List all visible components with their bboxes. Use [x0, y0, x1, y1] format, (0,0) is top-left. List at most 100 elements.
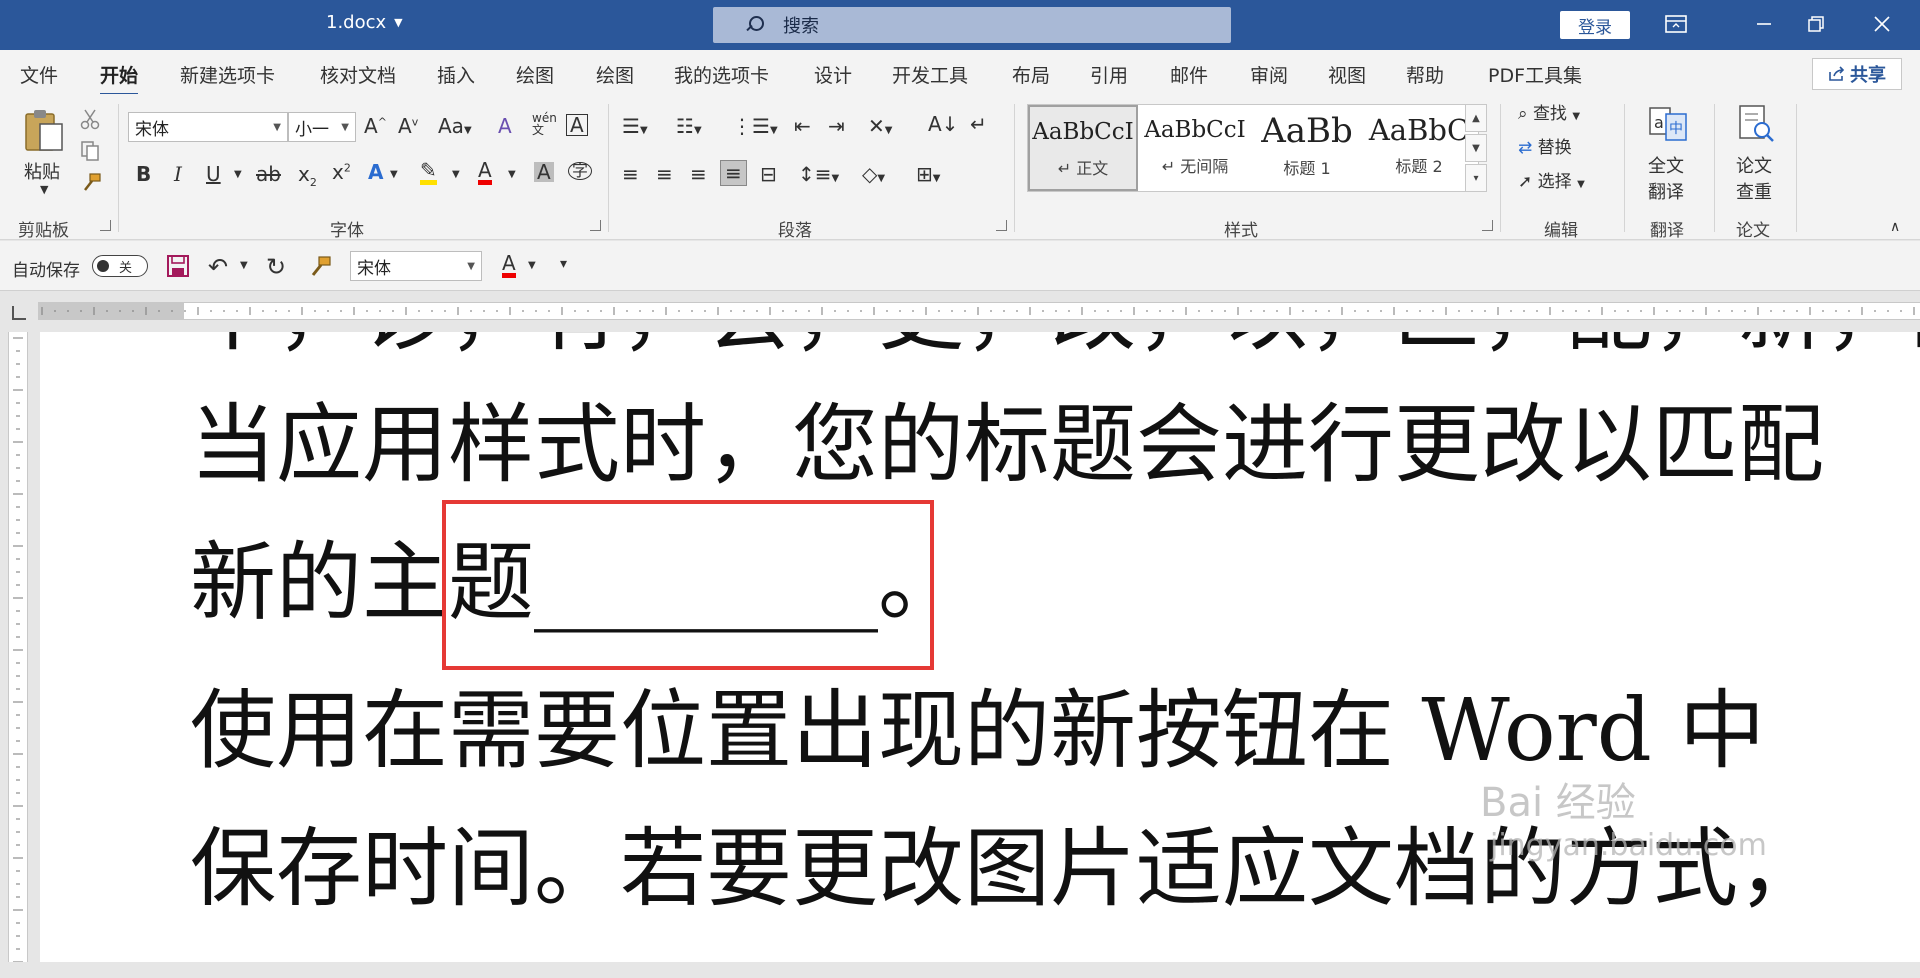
qat-font-color-icon[interactable]: A — [502, 253, 516, 278]
highlight-dropdown-icon[interactable]: ▼ — [452, 170, 460, 180]
copy-icon[interactable] — [80, 140, 100, 165]
qat-font-name-select[interactable]: 宋体 ▼ — [350, 251, 482, 281]
text-effects-icon[interactable]: A — [368, 162, 383, 182]
tab-selector-icon[interactable] — [12, 306, 26, 320]
full-text-translate-button[interactable]: 全文 翻译 — [1648, 152, 1684, 204]
styles-scroll-down-icon[interactable]: ▼ — [1465, 134, 1487, 162]
grow-font-icon[interactable]: A^ — [364, 116, 387, 136]
select-button[interactable]: ➚ 选择 ▼ — [1518, 174, 1585, 191]
enclose-characters-icon[interactable]: 字 — [568, 162, 593, 180]
borders-icon[interactable]: ⊞▼ — [916, 164, 940, 184]
tab-view[interactable]: 视图 — [1328, 61, 1366, 88]
phonetic-guide-icon[interactable]: wén 文 — [532, 112, 557, 136]
tab-layout[interactable]: 布局 — [1012, 61, 1050, 88]
tab-my-tab[interactable]: 我的选项卡 — [674, 61, 769, 88]
ribbon-display-options-icon[interactable] — [1662, 10, 1690, 38]
align-right-icon[interactable]: ≡ — [690, 164, 707, 184]
document-page[interactable]: 中，诊，有，会，更，改，以，匹，配，新，的，主，题 当应用样式时，您的标题会进行… — [40, 332, 1920, 962]
search-box[interactable]: 搜索 — [713, 7, 1231, 43]
character-border-icon[interactable]: A — [566, 114, 588, 136]
underline-dropdown-icon[interactable]: ▼ — [234, 170, 242, 180]
tab-insert[interactable]: 插入 — [437, 61, 475, 88]
paragraph-launcher-icon[interactable] — [996, 220, 1007, 231]
paper-check-button[interactable]: 论文 查重 — [1736, 152, 1772, 204]
tab-mailings[interactable]: 邮件 — [1170, 61, 1208, 88]
translate-icon[interactable]: a中 — [1648, 106, 1688, 145]
font-size-select[interactable]: 小一 ▼ — [288, 112, 356, 142]
login-button[interactable]: 登录 — [1560, 11, 1630, 39]
styles-scroll-up-icon[interactable]: ▲ — [1465, 104, 1487, 132]
style-heading-2[interactable]: AaBbC 标题 2 — [1364, 105, 1474, 191]
tab-help[interactable]: 帮助 — [1406, 61, 1444, 88]
increase-indent-icon[interactable]: ⇥ — [828, 116, 845, 136]
font-launcher-icon[interactable] — [590, 220, 601, 231]
close-icon[interactable] — [1868, 10, 1896, 38]
chinese-layout-icon[interactable]: ✕▼ — [868, 116, 892, 136]
align-left-icon[interactable]: ≡ — [622, 164, 639, 184]
align-center-icon[interactable]: ≡ — [656, 164, 673, 184]
redo-icon[interactable]: ↻ — [266, 255, 286, 279]
styles-more-icon[interactable]: ▾ — [1465, 164, 1487, 192]
change-case-icon[interactable]: Aa▼ — [438, 116, 472, 136]
vertical-ruler[interactable] — [8, 332, 28, 978]
highlight-icon[interactable]: ✎ — [420, 160, 437, 185]
undo-dropdown-icon[interactable]: ▼ — [240, 261, 248, 271]
customize-qat-icon[interactable]: ▾ — [560, 257, 567, 271]
distributed-icon[interactable]: ⊟ — [760, 164, 777, 184]
autosave-toggle[interactable]: 关 — [92, 255, 148, 277]
shrink-font-icon[interactable]: Av — [398, 116, 418, 136]
replace-button[interactable]: ⇄ 替换 — [1518, 140, 1572, 157]
strikethrough-icon[interactable]: ab — [256, 164, 281, 184]
bold-icon[interactable]: B — [136, 164, 151, 184]
numbering-icon[interactable]: ☷▼ — [676, 116, 702, 136]
tab-pdf-tools[interactable]: PDF工具集 — [1488, 61, 1582, 88]
qat-font-color-dropdown-icon[interactable]: ▼ — [528, 261, 536, 271]
font-name-select[interactable]: 宋体 ▼ — [128, 112, 288, 142]
tab-review[interactable]: 审阅 — [1250, 61, 1288, 88]
subscript-icon[interactable]: x2 — [298, 164, 317, 188]
paste-dropdown-icon[interactable]: ▼ — [40, 184, 48, 195]
plagiarism-check-icon[interactable] — [1736, 104, 1776, 147]
format-painter-icon[interactable] — [308, 255, 332, 282]
tab-new-tab[interactable]: 新建选项卡 — [180, 61, 275, 88]
save-icon[interactable] — [166, 254, 190, 281]
document-title[interactable]: 1.docx ▼ — [326, 12, 403, 33]
font-color-icon[interactable]: A — [478, 160, 492, 185]
tab-home[interactable]: 开始 — [100, 61, 139, 97]
cut-icon[interactable] — [80, 108, 100, 133]
tab-file[interactable]: 文件 — [20, 61, 58, 88]
shading-icon[interactable]: ◇▼ — [862, 164, 885, 184]
text-effects-dropdown-icon[interactable]: ▼ — [390, 170, 398, 180]
tab-developer[interactable]: 开发工具 — [892, 61, 968, 88]
clear-formatting-icon[interactable]: A — [498, 116, 512, 136]
italic-icon[interactable]: I — [174, 164, 182, 184]
sort-icon[interactable]: A↓ — [928, 114, 958, 134]
restore-icon[interactable] — [1802, 10, 1830, 38]
collapse-ribbon-icon[interactable]: ∧ — [1890, 220, 1900, 234]
undo-icon[interactable]: ↶ — [208, 255, 228, 279]
horizontal-ruler[interactable] — [38, 302, 1920, 320]
show-marks-icon[interactable]: ↵ — [970, 114, 987, 134]
bullets-icon[interactable]: ☰▼ — [622, 116, 648, 136]
style-normal[interactable]: AaBbCcI ↵ 正文 — [1028, 105, 1138, 191]
style-no-spacing[interactable]: AaBbCcI ↵ 无间隔 — [1140, 105, 1250, 191]
styles-launcher-icon[interactable] — [1482, 220, 1493, 231]
find-button[interactable]: ⌕ 查找 ▼ — [1518, 106, 1580, 123]
style-heading-1[interactable]: AaBb 标题 1 — [1252, 105, 1362, 191]
share-button[interactable]: 共享 — [1812, 58, 1902, 90]
superscript-icon[interactable]: x2 — [332, 162, 351, 182]
format-painter-icon[interactable] — [80, 172, 102, 197]
multilevel-list-icon[interactable]: ⋮☰▼ — [732, 116, 778, 136]
minimize-icon[interactable] — [1750, 10, 1778, 38]
tab-draw-2[interactable]: 绘图 — [596, 61, 634, 88]
paste-icon[interactable] — [22, 106, 66, 157]
font-color-dropdown-icon[interactable]: ▼ — [508, 170, 516, 180]
character-shading-icon[interactable]: A — [534, 162, 554, 182]
tab-draw-1[interactable]: 绘图 — [516, 61, 554, 88]
tab-design[interactable]: 设计 — [814, 61, 852, 88]
tab-references[interactable]: 引用 — [1090, 61, 1128, 88]
decrease-indent-icon[interactable]: ⇤ — [794, 116, 811, 136]
clipboard-launcher-icon[interactable] — [100, 220, 111, 231]
underline-icon[interactable]: U — [206, 164, 221, 184]
justify-icon[interactable]: ≡ — [720, 160, 747, 186]
